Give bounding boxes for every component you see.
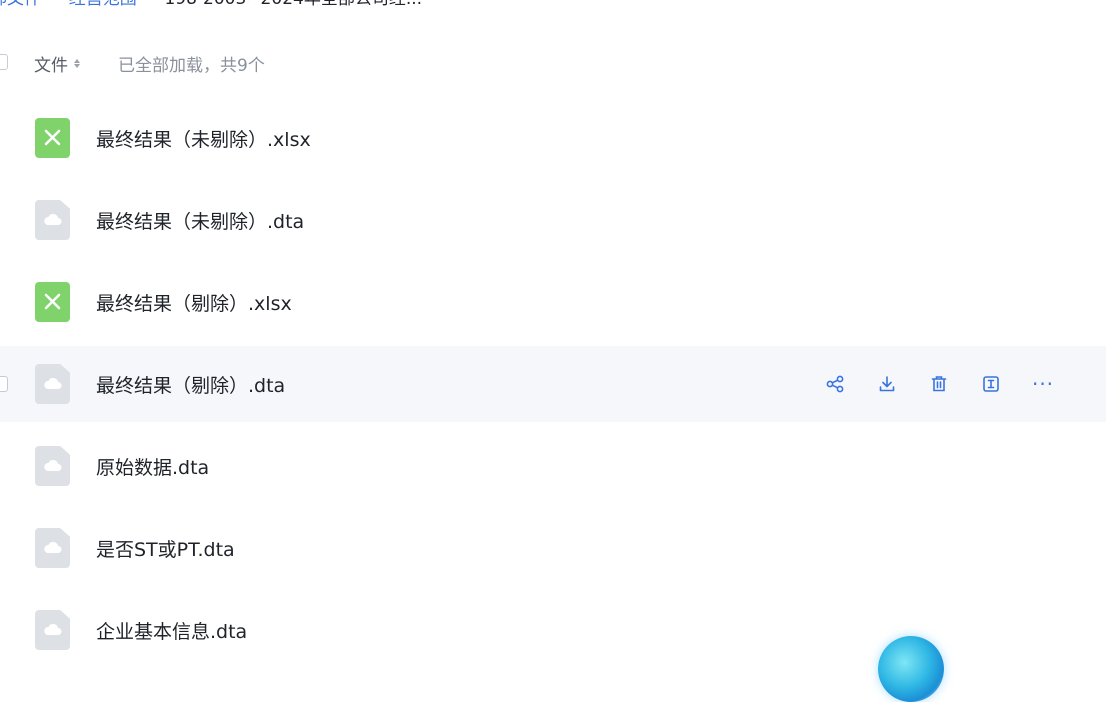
generic-file-icon bbox=[35, 610, 70, 650]
file-name[interactable]: 最终结果（未剔除）.xlsx bbox=[96, 125, 311, 152]
file-list-header: 文件 已全部加载，共9个 bbox=[0, 43, 1106, 81]
select-all-checkbox[interactable] bbox=[0, 54, 8, 70]
file-count-text: 已全部加载，共9个 bbox=[118, 56, 265, 76]
file-name[interactable]: 原始数据.dta bbox=[96, 453, 209, 480]
breadcrumb-item-folder[interactable]: 经营范围 bbox=[69, 0, 137, 9]
file-row[interactable]: 最终结果（未剔除）.dta bbox=[0, 182, 1106, 258]
breadcrumb-separator: > bbox=[145, 0, 157, 4]
file-row[interactable]: 最终结果（未剔除）.xlsx bbox=[0, 100, 1106, 176]
download-icon[interactable] bbox=[876, 373, 898, 395]
share-icon[interactable] bbox=[824, 373, 846, 395]
generic-file-icon bbox=[35, 200, 70, 240]
file-name[interactable]: 是否ST或PT.dta bbox=[96, 535, 235, 562]
ai-assistant-icon[interactable] bbox=[878, 636, 944, 702]
breadcrumb-item-all-files[interactable]: 部文件 bbox=[0, 0, 41, 9]
excel-file-icon bbox=[35, 118, 70, 158]
rename-icon[interactable] bbox=[980, 373, 1002, 395]
excel-file-icon bbox=[35, 282, 70, 322]
breadcrumb-separator: > bbox=[49, 0, 61, 4]
row-checkbox[interactable] bbox=[0, 376, 8, 392]
delete-icon[interactable] bbox=[928, 373, 950, 395]
breadcrumb: 部文件 > 经营范围 > 198-2003~2024年全部公司经... bbox=[0, 0, 422, 10]
sort-by-name-button[interactable]: 文件 bbox=[34, 51, 80, 76]
file-row[interactable]: 是否ST或PT.dta bbox=[0, 510, 1106, 586]
generic-file-icon bbox=[35, 528, 70, 568]
generic-file-icon bbox=[35, 364, 70, 404]
file-name[interactable]: 最终结果（剔除）.dta bbox=[96, 371, 285, 398]
file-row[interactable]: 最终结果（剔除）.xlsx bbox=[0, 264, 1106, 340]
file-row[interactable]: 原始数据.dta bbox=[0, 428, 1106, 504]
more-icon[interactable]: ··· bbox=[1032, 373, 1054, 395]
sort-icon bbox=[74, 59, 80, 68]
file-row[interactable]: 最终结果（剔除）.dta ··· bbox=[0, 346, 1106, 422]
name-column-label: 文件 bbox=[34, 56, 68, 76]
row-action-bar: ··· bbox=[824, 372, 1054, 396]
file-name[interactable]: 企业基本信息.dta bbox=[96, 617, 247, 644]
breadcrumb-item-current: 198-2003~2024年全部公司经... bbox=[164, 0, 422, 9]
generic-file-icon bbox=[35, 446, 70, 486]
file-name[interactable]: 最终结果（剔除）.xlsx bbox=[96, 289, 292, 316]
file-name[interactable]: 最终结果（未剔除）.dta bbox=[96, 207, 304, 234]
